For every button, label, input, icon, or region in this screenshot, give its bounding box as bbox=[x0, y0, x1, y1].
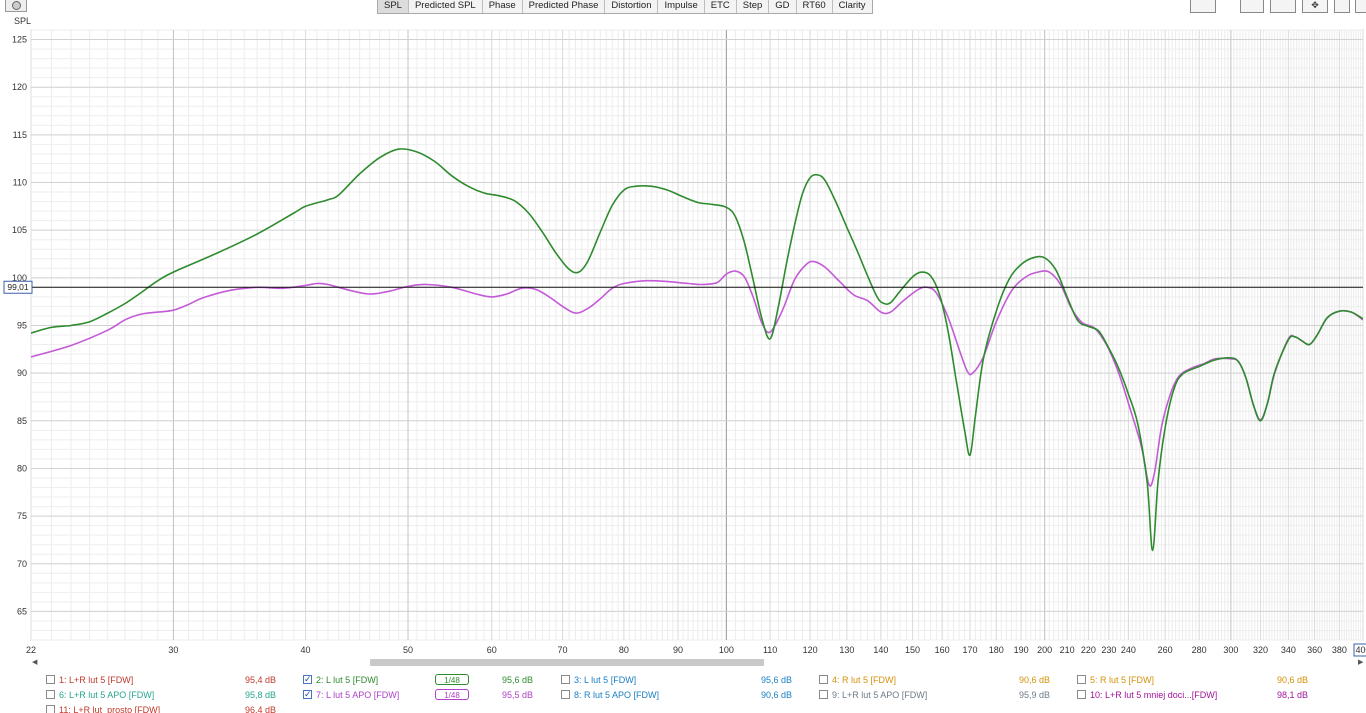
legend-label: 2: L lut 5 [FDW] bbox=[316, 675, 379, 685]
x-tick-label: 170 bbox=[963, 645, 978, 655]
legend-checkbox[interactable] bbox=[1077, 675, 1086, 684]
y-tick-label: 85 bbox=[17, 416, 27, 426]
x-tick-label: 240 bbox=[1121, 645, 1136, 655]
scroll-thumb[interactable] bbox=[370, 659, 764, 666]
x-tick-label: 100 bbox=[719, 645, 734, 655]
legend-value: 98,1 dB bbox=[1276, 690, 1308, 700]
y-tick-label: 110 bbox=[13, 178, 27, 188]
x-tick-label: 50 bbox=[403, 645, 413, 655]
legend-label: 1: L+R lut 5 [FDW] bbox=[59, 675, 134, 685]
smoothing-selector[interactable]: 1/48 bbox=[435, 689, 469, 700]
horizontal-scrollbar[interactable]: ◀ ▶ bbox=[32, 658, 1363, 667]
x-tick-label: 300 bbox=[1223, 645, 1238, 655]
spl-chart[interactable]: 22 30 40 50 60 70 80 90 100 110 120 130 140 150 160 170… bbox=[0, 0, 1366, 660]
legend-item[interactable]: 7: L lut 5 APO [FDW] 1/48 95,5 dB bbox=[303, 687, 563, 702]
x-tick-label: 380 bbox=[1332, 645, 1347, 655]
grid bbox=[30, 29, 1364, 641]
x-tick-label: 160 bbox=[935, 645, 950, 655]
legend-item[interactable]: 8: R lut 5 APO [FDW] 90,6 dB bbox=[561, 688, 821, 702]
x-tick-label: 360 bbox=[1307, 645, 1322, 655]
x-tick-label: 110 bbox=[763, 645, 777, 655]
legend-item[interactable]: 6: L+R lut 5 APO [FDW] 95,8 dB bbox=[46, 688, 306, 702]
x-tick-label: 400 bbox=[1355, 645, 1366, 655]
legend-checkbox[interactable] bbox=[303, 687, 312, 701]
legend-item[interactable]: 3: L lut 5 [FDW] 95,6 dB bbox=[561, 673, 821, 687]
x-tick-label: 320 bbox=[1253, 645, 1268, 655]
legend-checkbox[interactable] bbox=[561, 690, 570, 699]
x-tick-label: 120 bbox=[803, 645, 818, 655]
legend-item[interactable]: 9: L+R lut 5 APO [FDW] 95,9 dB bbox=[819, 688, 1079, 702]
x-tick-label: 40 bbox=[301, 645, 311, 655]
legend-value: 90,6 dB bbox=[1018, 675, 1050, 685]
legend-label: 3: L lut 5 [FDW] bbox=[574, 675, 637, 685]
x-tick-label: 150 bbox=[905, 645, 920, 655]
y-tick-label: 95 bbox=[17, 320, 27, 330]
x-tick-label: 60 bbox=[487, 645, 497, 655]
legend-value: 95,6 dB bbox=[501, 675, 533, 685]
x-tick-label: 210 bbox=[1060, 645, 1075, 655]
legend-item[interactable]: 10: L+R lut 5 mniej doci...[FDW] 98,1 dB bbox=[1077, 688, 1337, 702]
legend-checkbox[interactable] bbox=[303, 673, 312, 686]
x-tick-label: 90 bbox=[673, 645, 683, 655]
legend-checkbox[interactable] bbox=[561, 675, 570, 684]
legend-label: 9: L+R lut 5 APO [FDW] bbox=[832, 690, 928, 700]
legend-checkbox[interactable] bbox=[46, 705, 55, 713]
legend-item[interactable]: 4: R lut 5 [FDW] 90,6 dB bbox=[819, 673, 1079, 687]
legend-checkbox[interactable] bbox=[819, 675, 828, 684]
measurement-legend: 1: L+R lut 5 [FDW] 95,4 dB 2: L lut 5 [FDW… bbox=[0, 673, 1366, 713]
y-tick-label: 65 bbox=[17, 606, 27, 616]
smoothing-selector[interactable]: 1/48 bbox=[435, 674, 469, 685]
legend-value: 95,4 dB bbox=[244, 675, 276, 685]
x-tick-label: 220 bbox=[1081, 645, 1096, 655]
x-tick-label: 180 bbox=[989, 645, 1004, 655]
legend-label: 6: L+R lut 5 APO [FDW] bbox=[59, 690, 155, 700]
x-tick-label: 130 bbox=[839, 645, 854, 655]
x-tick-label: 230 bbox=[1101, 645, 1116, 655]
y-tick-label: 80 bbox=[17, 463, 27, 473]
legend-value: 90,6 dB bbox=[760, 690, 792, 700]
x-tick-label: 70 bbox=[558, 645, 568, 655]
legend-value: 96,4 dB bbox=[244, 705, 276, 713]
x-tick-label: 260 bbox=[1158, 645, 1173, 655]
scroll-left-icon[interactable]: ◀ bbox=[32, 658, 37, 666]
y-tick-label: 115 bbox=[13, 130, 27, 140]
scroll-right-icon[interactable]: ▶ bbox=[1358, 658, 1363, 666]
legend-value: 95,5 dB bbox=[501, 690, 533, 700]
legend-label: 8: R lut 5 APO [FDW] bbox=[574, 690, 660, 700]
y-tick-label: 125 bbox=[12, 35, 27, 45]
cursor-value-label: 99,01 bbox=[7, 282, 29, 292]
legend-item[interactable]: 11: L+R lut_prosto [FDW] 96,4 dB bbox=[46, 703, 306, 713]
legend-checkbox[interactable] bbox=[46, 675, 55, 684]
legend-checkbox[interactable] bbox=[46, 690, 55, 699]
legend-item[interactable]: 1: L+R lut 5 [FDW] 95,4 dB bbox=[46, 673, 306, 687]
y-tick-label: 90 bbox=[17, 368, 27, 378]
y-tick-label: 120 bbox=[12, 82, 27, 92]
legend-label: 11: L+R lut_prosto [FDW] bbox=[59, 705, 161, 713]
legend-label: 4: R lut 5 [FDW] bbox=[832, 675, 897, 685]
legend-label: 7: L lut 5 APO [FDW] bbox=[316, 690, 400, 700]
y-tick-label: 75 bbox=[17, 511, 27, 521]
legend-value: 90,6 dB bbox=[1276, 675, 1308, 685]
x-tick-label: 30 bbox=[168, 645, 178, 655]
x-tick-label: 190 bbox=[1014, 645, 1029, 655]
x-tick-label: 340 bbox=[1281, 645, 1296, 655]
y-tick-label: 70 bbox=[17, 559, 27, 569]
y-tick-label: 105 bbox=[12, 225, 27, 235]
x-tick-label: 80 bbox=[619, 645, 629, 655]
legend-item[interactable]: 5: R lut 5 [FDW] 90,6 dB bbox=[1077, 673, 1337, 687]
legend-value: 95,8 dB bbox=[244, 690, 276, 700]
legend-item[interactable]: 2: L lut 5 [FDW] 1/48 95,6 dB bbox=[303, 673, 563, 687]
legend-label: 5: R lut 5 [FDW] bbox=[1090, 675, 1155, 685]
x-tick-label: 200 bbox=[1037, 645, 1052, 655]
x-tick-label: 22 bbox=[26, 645, 36, 655]
legend-checkbox[interactable] bbox=[819, 690, 828, 699]
legend-label: 10: L+R lut 5 mniej doci...[FDW] bbox=[1090, 690, 1218, 700]
legend-value: 95,6 dB bbox=[760, 675, 792, 685]
legend-checkbox[interactable] bbox=[1077, 690, 1086, 699]
x-tick-label: 140 bbox=[873, 645, 888, 655]
legend-value: 95,9 dB bbox=[1018, 690, 1050, 700]
x-tick-label: 280 bbox=[1192, 645, 1207, 655]
